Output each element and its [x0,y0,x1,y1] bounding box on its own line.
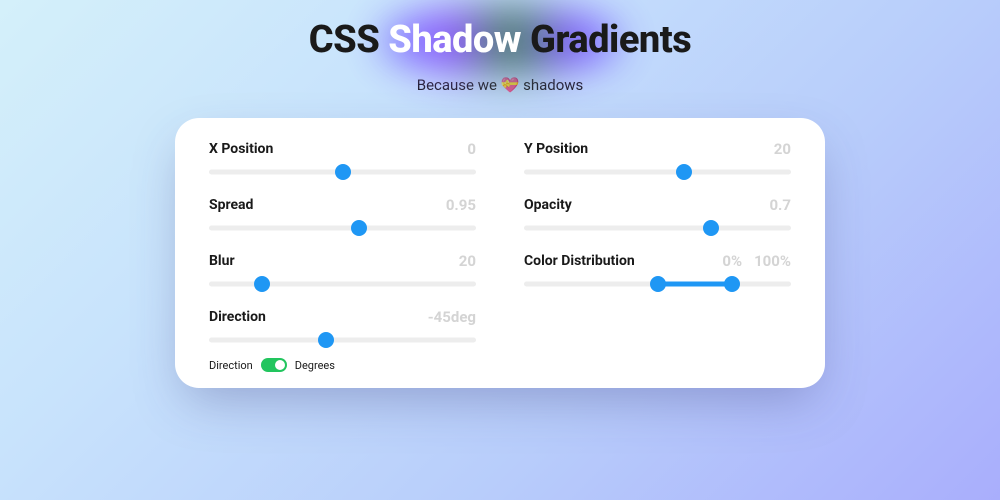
opacity-label: Opacity [524,197,572,213]
color-dist-low: 0% [722,252,742,270]
spread-value: 0.95 [446,196,476,214]
spread-slider[interactable] [209,220,476,236]
opacity-slider[interactable] [524,220,791,236]
title-part2: Gradients [521,18,691,62]
direction-value: -45deg [428,308,476,326]
heart-icon: 💝 [501,76,520,94]
blur-value: 20 [459,252,476,270]
x-position-label: X Position [209,141,273,157]
control-y-position: Y Position 20 [524,140,791,186]
direction-mode-toggle-row: Direction Degrees [209,358,791,372]
y-position-value: 20 [774,140,791,158]
toggle-label-right: Degrees [295,359,335,372]
color-dist-label: Color Distribution [524,253,635,269]
color-dist-slider[interactable] [524,276,791,292]
opacity-value: 0.7 [769,196,791,214]
blur-slider[interactable] [209,276,476,292]
control-blur: Blur 20 [209,252,476,298]
color-dist-high: 100% [754,252,791,270]
direction-slider[interactable] [209,332,476,348]
control-x-position: X Position 0 [209,140,476,186]
toggle-label-left: Direction [209,359,253,372]
direction-degrees-toggle[interactable] [261,358,287,372]
subtitle-prefix: Because we [417,76,501,94]
y-position-label: Y Position [524,141,588,157]
page-title: CSS Shadow Gradients [0,18,1000,62]
controls-panel: X Position 0 Y Position 20 Spread 0.95 [175,118,825,388]
title-highlight: Shadow [388,18,521,62]
x-position-slider[interactable] [209,164,476,180]
subtitle-suffix: shadows [519,76,583,94]
control-opacity: Opacity 0.7 [524,196,791,242]
control-color-distribution: Color Distribution 0% 100% [524,252,791,298]
title-part1: CSS [309,18,389,62]
subtitle: Because we 💝 shadows [0,76,1000,94]
x-position-value: 0 [467,140,476,158]
spread-label: Spread [209,197,253,213]
y-position-slider[interactable] [524,164,791,180]
direction-label: Direction [209,309,266,325]
control-direction: Direction -45deg [209,308,476,354]
blur-label: Blur [209,253,235,269]
control-spread: Spread 0.95 [209,196,476,242]
